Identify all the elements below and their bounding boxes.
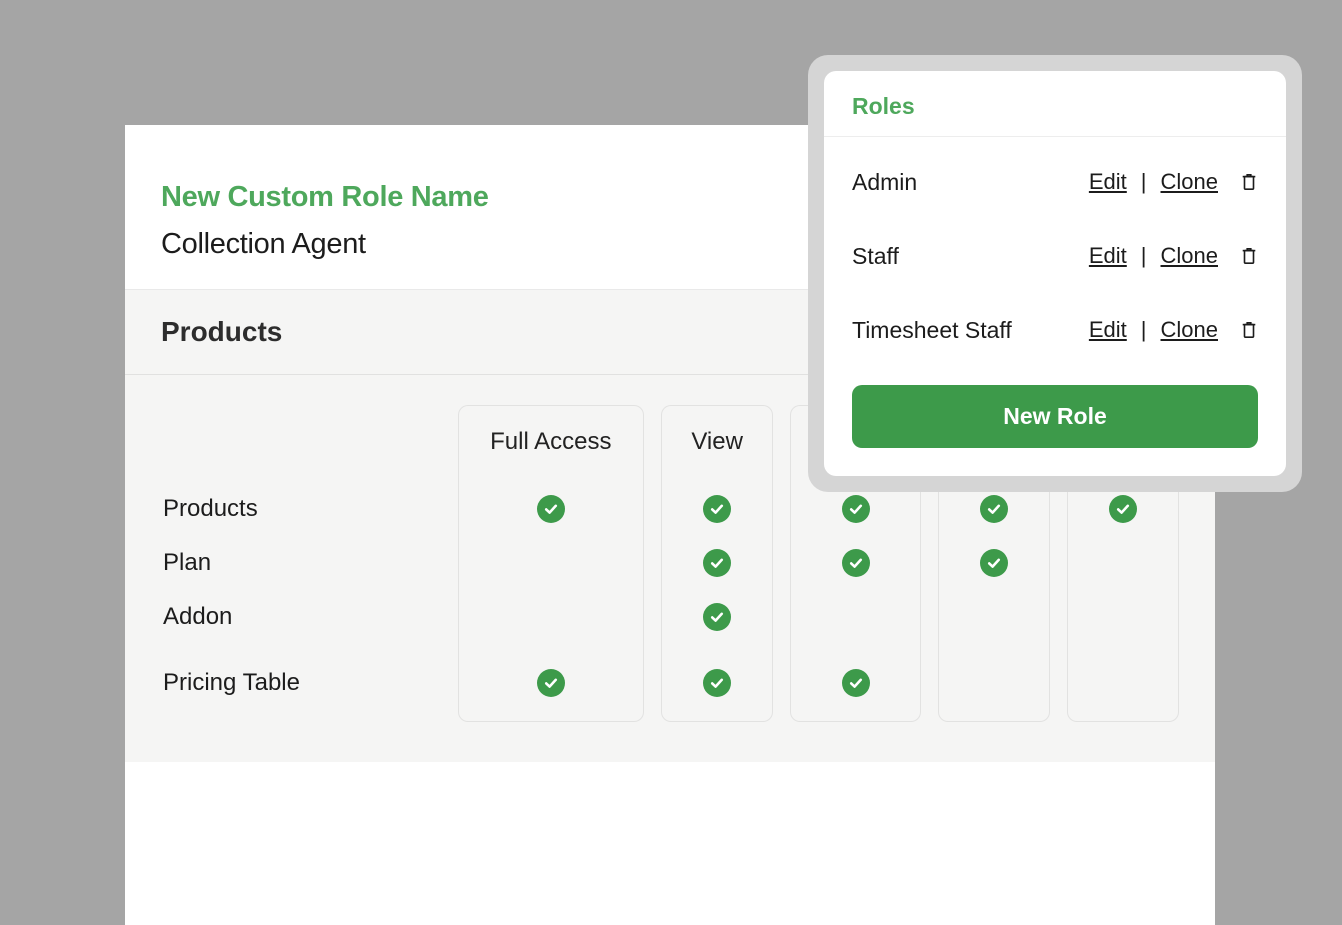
permission-cell[interactable] (1067, 644, 1179, 722)
permission-cell[interactable] (938, 536, 1050, 590)
roles-panel: Roles AdminEdit|CloneStaffEdit|CloneTime… (808, 55, 1302, 492)
permission-cell[interactable] (661, 536, 773, 590)
role-name: Admin (852, 169, 917, 196)
role-row: Timesheet Staff Edit | Clone (852, 293, 1258, 367)
check-icon[interactable] (537, 495, 565, 523)
check-icon[interactable] (703, 669, 731, 697)
check-icon[interactable] (842, 549, 870, 577)
permission-cell[interactable] (1067, 590, 1179, 644)
permission-column-header: Full Access (458, 405, 644, 482)
check-icon[interactable] (980, 495, 1008, 523)
permission-cell[interactable] (1067, 536, 1179, 590)
permission-row: Addon (161, 590, 1179, 644)
role-name: Timesheet Staff (852, 317, 1012, 344)
permission-row: Plan (161, 536, 1179, 590)
permission-cell[interactable] (458, 482, 644, 536)
permission-cell[interactable] (661, 590, 773, 644)
check-icon[interactable] (703, 603, 731, 631)
permission-cell[interactable] (661, 482, 773, 536)
check-icon[interactable] (537, 669, 565, 697)
permission-row-label: Products (161, 482, 440, 536)
action-separator: | (1139, 317, 1149, 343)
permission-cell[interactable] (458, 644, 644, 722)
permission-cell[interactable] (458, 536, 644, 590)
permission-row: Pricing Table (161, 644, 1179, 722)
check-icon[interactable] (703, 495, 731, 523)
roles-panel-inner: Roles AdminEdit|CloneStaffEdit|CloneTime… (824, 71, 1286, 476)
roles-list: AdminEdit|CloneStaffEdit|CloneTimesheet … (824, 137, 1286, 367)
permission-cell[interactable] (458, 590, 644, 644)
new-role-button[interactable]: New Role (852, 385, 1258, 448)
permission-row-label: Addon (161, 590, 440, 644)
trash-icon[interactable] (1240, 172, 1258, 192)
permission-column-header: View (661, 405, 773, 482)
permission-cell[interactable] (661, 644, 773, 722)
trash-icon[interactable] (1240, 320, 1258, 340)
permission-cell[interactable] (938, 590, 1050, 644)
roles-panel-title: Roles (824, 71, 1286, 137)
clone-role-link[interactable]: Clone (1161, 317, 1218, 343)
action-separator: | (1139, 243, 1149, 269)
check-icon[interactable] (980, 549, 1008, 577)
permission-cell[interactable] (790, 590, 920, 644)
action-separator: | (1139, 169, 1149, 195)
trash-icon[interactable] (1240, 246, 1258, 266)
role-row: Admin Edit | Clone (852, 145, 1258, 219)
edit-role-link[interactable]: Edit (1089, 169, 1127, 195)
permission-row-label: Pricing Table (161, 644, 440, 722)
role-actions: Edit | Clone (1089, 243, 1258, 269)
role-row: Staff Edit | Clone (852, 219, 1258, 293)
check-icon[interactable] (1109, 495, 1137, 523)
permission-cell[interactable] (790, 536, 920, 590)
permission-cell[interactable] (790, 644, 920, 722)
clone-role-link[interactable]: Clone (1161, 169, 1218, 195)
permission-row-label: Plan (161, 536, 440, 590)
check-icon[interactable] (703, 549, 731, 577)
clone-role-link[interactable]: Clone (1161, 243, 1218, 269)
edit-role-link[interactable]: Edit (1089, 243, 1127, 269)
check-icon[interactable] (842, 669, 870, 697)
role-name: Staff (852, 243, 899, 270)
permission-cell[interactable] (938, 644, 1050, 722)
edit-role-link[interactable]: Edit (1089, 317, 1127, 343)
check-icon[interactable] (842, 495, 870, 523)
role-actions: Edit | Clone (1089, 169, 1258, 195)
role-actions: Edit | Clone (1089, 317, 1258, 343)
